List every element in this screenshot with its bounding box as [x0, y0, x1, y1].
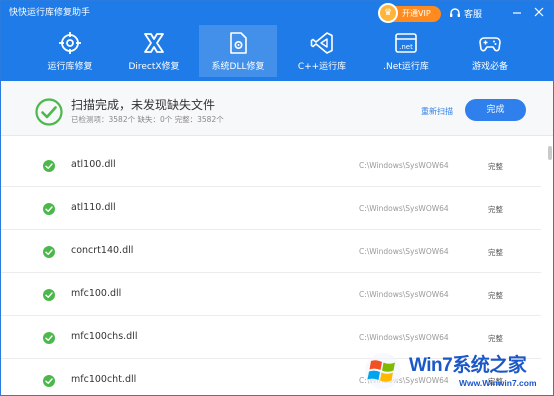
minimize-icon — [513, 12, 521, 14]
tab-label: .Net运行库 — [383, 62, 429, 72]
tab-cpp-runtime[interactable]: C++运行库 — [283, 25, 361, 77]
target-icon — [59, 32, 81, 54]
check-icon — [43, 332, 55, 344]
check-icon — [43, 246, 55, 258]
file-name: mfc100cht.dll — [71, 374, 137, 385]
check-icon — [43, 375, 55, 387]
list-item: concrt140.dll C:\Windows\SysWOW64 完整 — [1, 230, 541, 273]
file-path: C:\Windows\SysWOW64 — [359, 290, 449, 299]
headset-icon — [450, 8, 460, 17]
app-window: 快快运行库修复助手 ♛ 开通VIP 客服 运行库修复 DirectX修复 系统D… — [0, 0, 554, 396]
list-item: mfc100.dll C:\Windows\SysWOW64 完整 — [1, 273, 541, 316]
file-name: mfc100chs.dll — [71, 331, 138, 342]
file-state: 完整 — [488, 205, 503, 214]
rescan-link[interactable]: 重新扫描 — [421, 106, 453, 117]
file-path: C:\Windows\SysWOW64 — [359, 161, 449, 170]
watermark: Win7系统之家 Www.Winwin7.com — [363, 347, 553, 395]
dll-gear-icon — [230, 32, 247, 54]
file-name: mfc100.dll — [71, 288, 122, 299]
tab-directx-repair[interactable]: DirectX修复 — [115, 25, 193, 77]
close-button[interactable] — [531, 4, 547, 20]
scan-status-panel: 扫描完成，未发现缺失文件 已检测项：3582个 缺失：0个 完整：3582个 重… — [1, 81, 553, 136]
tab-system-dll-repair[interactable]: 系统DLL修复 — [199, 25, 277, 77]
done-button[interactable]: 完成 — [465, 99, 526, 121]
service-label: 客服 — [464, 10, 483, 20]
crown-icon: ♛ — [378, 3, 398, 23]
file-name: atl110.dll — [71, 202, 116, 213]
check-icon — [43, 203, 55, 215]
tab-label: 游戏必备 — [471, 62, 508, 72]
scan-result-title: 扫描完成，未发现缺失文件 — [71, 98, 216, 112]
success-check-icon — [35, 98, 63, 126]
file-state: 完整 — [488, 334, 503, 343]
close-icon — [534, 7, 544, 17]
app-title: 快快运行库修复助手 — [9, 8, 91, 18]
check-icon — [43, 160, 55, 172]
watermark-text: Win7系统之家 — [409, 355, 527, 376]
header: 快快运行库修复助手 ♛ 开通VIP 客服 运行库修复 DirectX修复 系统D… — [1, 1, 553, 81]
tab-dotnet-runtime[interactable]: .net .Net运行库 — [367, 25, 445, 77]
tab-label: DirectX修复 — [128, 62, 180, 72]
scan-summary: 已检测项：3582个 缺失：0个 完整：3582个 — [71, 115, 224, 124]
tab-label: 系统DLL修复 — [211, 62, 265, 72]
tab-label: C++运行库 — [297, 62, 347, 72]
visual-studio-icon — [310, 32, 333, 54]
tab-label: 运行库修复 — [47, 62, 93, 72]
file-state: 完整 — [488, 291, 503, 300]
vip-label: 开通VIP — [402, 9, 431, 18]
file-state: 完整 — [488, 248, 503, 257]
windows-flag-logo — [365, 353, 401, 389]
file-name: concrt140.dll — [71, 245, 134, 256]
minimize-button[interactable] — [509, 4, 525, 20]
list-item: atl110.dll C:\Windows\SysWOW64 完整 — [1, 187, 541, 230]
svg-text:.net: .net — [399, 43, 413, 51]
gamepad-icon — [479, 37, 501, 52]
file-path: C:\Windows\SysWOW64 — [359, 333, 449, 342]
file-name: atl100.dll — [71, 159, 116, 170]
directx-icon — [144, 33, 164, 53]
file-state: 完整 — [488, 162, 503, 171]
scrollbar-thumb[interactable] — [548, 146, 552, 160]
tab-runtime-repair[interactable]: 运行库修复 — [31, 25, 109, 77]
tab-game-essentials[interactable]: 游戏必备 — [451, 25, 529, 77]
vip-button[interactable]: ♛ 开通VIP — [378, 3, 441, 23]
file-path: C:\Windows\SysWOW64 — [359, 247, 449, 256]
watermark-url: Www.Winwin7.com — [459, 378, 537, 388]
list-item: atl100.dll C:\Windows\SysWOW64 完整 — [1, 144, 541, 187]
file-path: C:\Windows\SysWOW64 — [359, 204, 449, 213]
check-icon — [43, 289, 55, 301]
dotnet-icon: .net — [395, 33, 417, 53]
